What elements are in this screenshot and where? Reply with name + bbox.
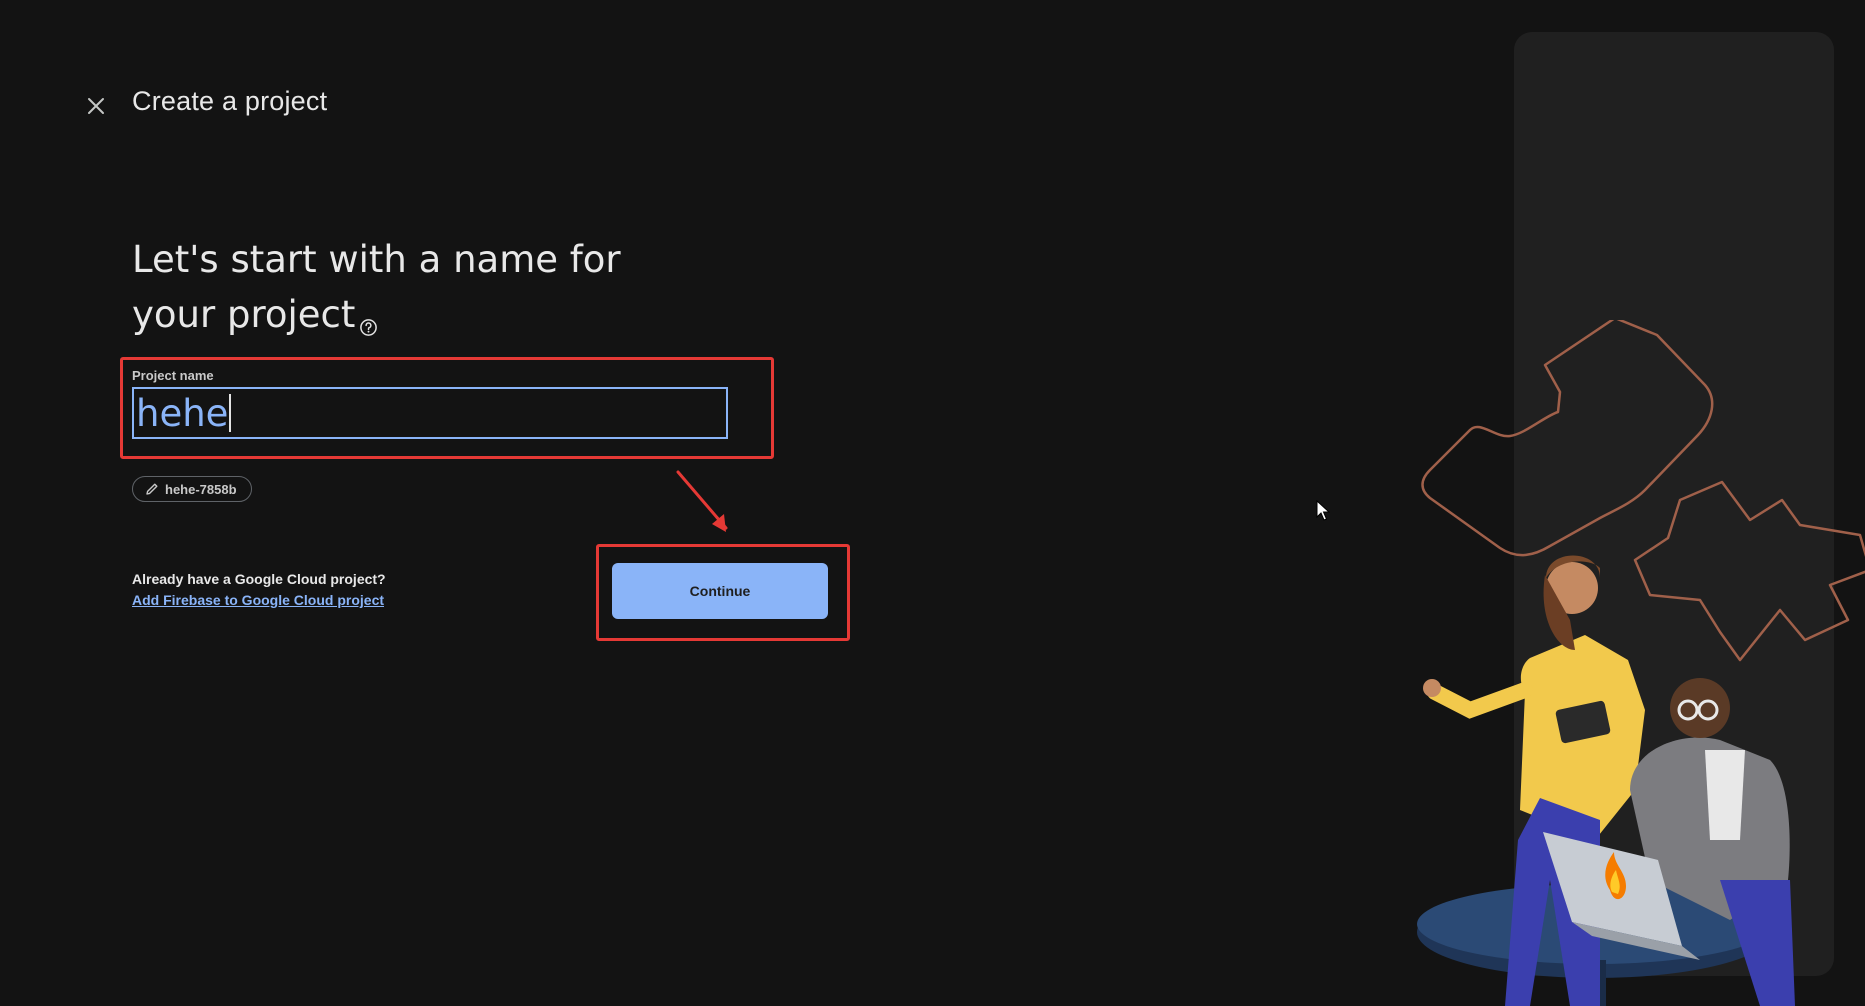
firebase-illustration [1417, 320, 1865, 1006]
headline-line-1: Let's start with a name for [132, 238, 621, 281]
outline-shape-2 [1633, 480, 1865, 662]
annotation-box-continue [596, 544, 850, 641]
add-firebase-to-gcloud-link[interactable]: Add Firebase to Google Cloud project [132, 592, 384, 608]
page-title: Create a project [132, 86, 328, 116]
project-id-text: hehe-7858b [165, 481, 237, 497]
pencil-icon [146, 483, 158, 495]
headline-line-2: your project [132, 293, 356, 336]
outline-shape-1 [1421, 320, 1714, 557]
annotation-box-field [120, 357, 774, 459]
close-button[interactable] [80, 90, 112, 122]
close-icon [88, 98, 104, 114]
annotation-arrow [676, 470, 728, 532]
create-project-page: Create a project Let's start with a name… [0, 0, 1865, 1006]
gcloud-question: Already have a Google Cloud project? [132, 571, 386, 587]
headline: Let's start with a name for your project [132, 232, 652, 352]
project-id-chip[interactable]: hehe-7858b [132, 476, 252, 502]
help-circle-icon[interactable] [359, 297, 378, 352]
mouse-cursor-icon [1316, 500, 1330, 521]
